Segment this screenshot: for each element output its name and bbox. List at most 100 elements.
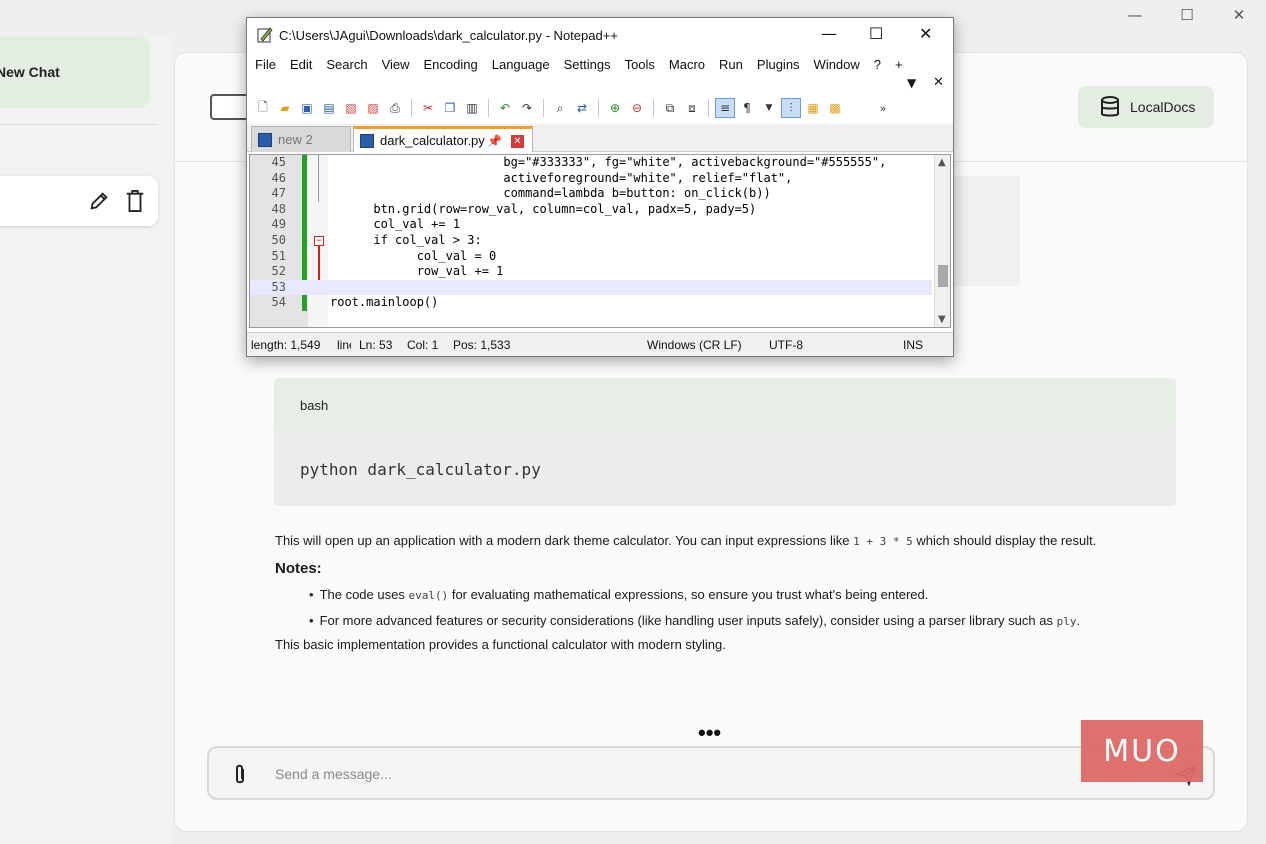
close-file-icon[interactable]: ▧ bbox=[341, 98, 361, 118]
toolbar-separator bbox=[598, 99, 599, 117]
fold-toggle-icon[interactable]: − bbox=[314, 235, 324, 246]
note2-text-end: . bbox=[1076, 613, 1081, 628]
code-line: 52 row_val += 1 bbox=[250, 264, 932, 280]
menu-tools[interactable]: Tools bbox=[625, 57, 655, 72]
open-file-icon[interactable]: ▰ bbox=[275, 98, 295, 118]
sync-vertical-icon[interactable]: ⧉ bbox=[660, 98, 680, 118]
menu-plugins[interactable]: Plugins bbox=[757, 57, 800, 72]
pin-icon[interactable]: 📌 bbox=[487, 134, 502, 148]
print-icon[interactable]: ⎙ bbox=[385, 98, 405, 118]
paperclip-icon[interactable] bbox=[233, 764, 247, 786]
localdocs-button[interactable]: LocalDocs bbox=[1078, 86, 1214, 128]
copy-icon[interactable]: ❐ bbox=[440, 98, 460, 118]
typing-indicator: ••• bbox=[698, 720, 722, 745]
message-composer bbox=[207, 746, 1215, 800]
sidebar bbox=[0, 36, 172, 844]
vertical-scrollbar[interactable]: ▲ ▼ bbox=[934, 155, 950, 327]
close-doc-icon[interactable]: ✕ bbox=[933, 75, 944, 90]
npp-toolbar: 🗋 ▰ ▣ ▤ ▧ ▨ ⎙ ✂ ❐ ▥ ↶ ↷ ⌕ ⇄ ⊕ ⊖ ⧉ ⧈ ≡ ¶ … bbox=[247, 94, 953, 122]
line-text: activeforeground="white", relief="flat", bbox=[330, 170, 793, 185]
indent-guide-icon[interactable]: ⫶ bbox=[781, 98, 801, 118]
localdocs-label: LocalDocs bbox=[1130, 99, 1196, 115]
npp-maximize-icon[interactable]: ☐ bbox=[869, 24, 883, 43]
cut-icon[interactable]: ✂ bbox=[418, 98, 438, 118]
new-chat-button[interactable]: New Chat bbox=[0, 36, 150, 108]
file-icon bbox=[258, 132, 272, 147]
code-lines: 45 bg="#333333", fg="white", activebackg… bbox=[250, 155, 932, 311]
tab-dark-calculator[interactable]: dark_calculator.py 📌 ✕ bbox=[353, 126, 533, 152]
chat-history-item[interactable] bbox=[0, 176, 158, 226]
sync-horizontal-icon[interactable]: ⧈ bbox=[682, 98, 702, 118]
menu-search[interactable]: Search bbox=[326, 57, 367, 72]
line-text: bg="#333333", fg="white", activebackgrou… bbox=[330, 155, 887, 169]
scroll-thumb[interactable] bbox=[938, 265, 948, 287]
function-list-icon[interactable]: ▩ bbox=[825, 98, 845, 118]
intro-text: This will open up an application with a … bbox=[275, 533, 850, 548]
toolbar-dropdown-icon[interactable]: ▼ bbox=[759, 98, 779, 118]
line-text: command=lambda b=button: on_click(b)) bbox=[330, 186, 771, 201]
note-item: The code uses eval() for evaluating math… bbox=[309, 582, 1175, 608]
new-file-icon[interactable]: 🗋 bbox=[253, 98, 273, 118]
menu-plus[interactable]: + bbox=[895, 57, 903, 72]
zoom-in-icon[interactable]: ⊕ bbox=[605, 98, 625, 118]
menu-language[interactable]: Language bbox=[492, 57, 550, 72]
npp-title-bar: C:\Users\JAgui\Downloads\dark_calculator… bbox=[247, 18, 953, 52]
find-icon[interactable]: ⌕ bbox=[550, 98, 570, 118]
paste-icon[interactable]: ▥ bbox=[462, 98, 482, 118]
message-input[interactable] bbox=[275, 762, 1095, 786]
line-number: 47 bbox=[271, 186, 286, 201]
scroll-up-icon[interactable]: ▲ bbox=[938, 157, 946, 168]
tab-close-icon[interactable]: ✕ bbox=[511, 135, 524, 148]
menu-view[interactable]: View bbox=[382, 57, 410, 72]
menu-settings[interactable]: Settings bbox=[564, 57, 611, 72]
tab-new-2[interactable]: new 2 bbox=[251, 126, 351, 152]
zoom-out-icon[interactable]: ⊖ bbox=[627, 98, 647, 118]
maximize-icon[interactable]: ☐ bbox=[1178, 6, 1196, 24]
minimize-icon[interactable]: — bbox=[1126, 6, 1144, 24]
menu-window[interactable]: Window bbox=[814, 57, 860, 72]
line-text: if col_val > 3: bbox=[330, 232, 482, 247]
status-length: length: 1,549 bbox=[251, 338, 321, 352]
menu-encoding[interactable]: Encoding bbox=[424, 57, 478, 72]
save-icon[interactable]: ▣ bbox=[297, 98, 317, 118]
npp-title: C:\Users\JAgui\Downloads\dark_calculator… bbox=[279, 27, 618, 43]
doc-map-icon[interactable]: ▦ bbox=[803, 98, 823, 118]
code-line: 48 btn.grid(row=row_val, column=col_val,… bbox=[250, 202, 932, 218]
line-number: 46 bbox=[271, 170, 286, 185]
new-chat-label: New Chat bbox=[0, 64, 60, 80]
menu-edit[interactable]: Edit bbox=[290, 57, 312, 72]
pencil-icon[interactable] bbox=[88, 190, 110, 212]
code-command: python dark_calculator.py bbox=[300, 460, 541, 479]
code-line-current: 53 bbox=[250, 279, 932, 296]
close-icon[interactable]: ✕ bbox=[1230, 6, 1248, 24]
menu-help[interactable]: ? bbox=[874, 57, 881, 72]
undo-icon[interactable]: ↶ bbox=[495, 98, 515, 118]
code-editor[interactable]: 45 bg="#333333", fg="white", activebackg… bbox=[249, 154, 951, 328]
menu-macro[interactable]: Macro bbox=[669, 57, 705, 72]
npp-minimize-icon[interactable]: — bbox=[821, 24, 837, 43]
model-selector[interactable] bbox=[210, 94, 250, 120]
trash-icon[interactable] bbox=[124, 189, 146, 213]
word-wrap-icon[interactable]: ≡ bbox=[715, 98, 735, 118]
show-all-chars-icon[interactable]: ¶ bbox=[737, 98, 757, 118]
note-item: For more advanced features or security c… bbox=[309, 608, 1175, 634]
status-mode: INS bbox=[903, 338, 924, 352]
redo-icon[interactable]: ↷ bbox=[517, 98, 537, 118]
muo-watermark: MUO bbox=[1081, 720, 1203, 782]
line-text: btn.grid(row=row_val, column=col_val, pa… bbox=[330, 201, 757, 216]
npp-close-icon[interactable]: ✕ bbox=[919, 24, 932, 43]
menu-file[interactable]: File bbox=[255, 57, 276, 72]
save-all-icon[interactable]: ▤ bbox=[319, 98, 339, 118]
code-line: 54 root.mainloop() bbox=[250, 295, 932, 311]
replace-icon[interactable]: ⇄ bbox=[572, 98, 592, 118]
toolbar-separator bbox=[543, 99, 544, 117]
note1-code: eval() bbox=[408, 589, 449, 602]
more-tools-icon[interactable]: » bbox=[873, 98, 893, 118]
status-eol[interactable]: Windows (CR LF) bbox=[647, 338, 742, 352]
scroll-down-icon[interactable]: ▼ bbox=[938, 314, 946, 325]
close-all-icon[interactable]: ▨ bbox=[363, 98, 383, 118]
dropdown-arrow-icon[interactable]: ▼ bbox=[907, 76, 916, 90]
code-block: bash python dark_calculator.py bbox=[274, 378, 1176, 506]
menu-run[interactable]: Run bbox=[719, 57, 743, 72]
status-encoding[interactable]: UTF-8 bbox=[769, 338, 803, 352]
